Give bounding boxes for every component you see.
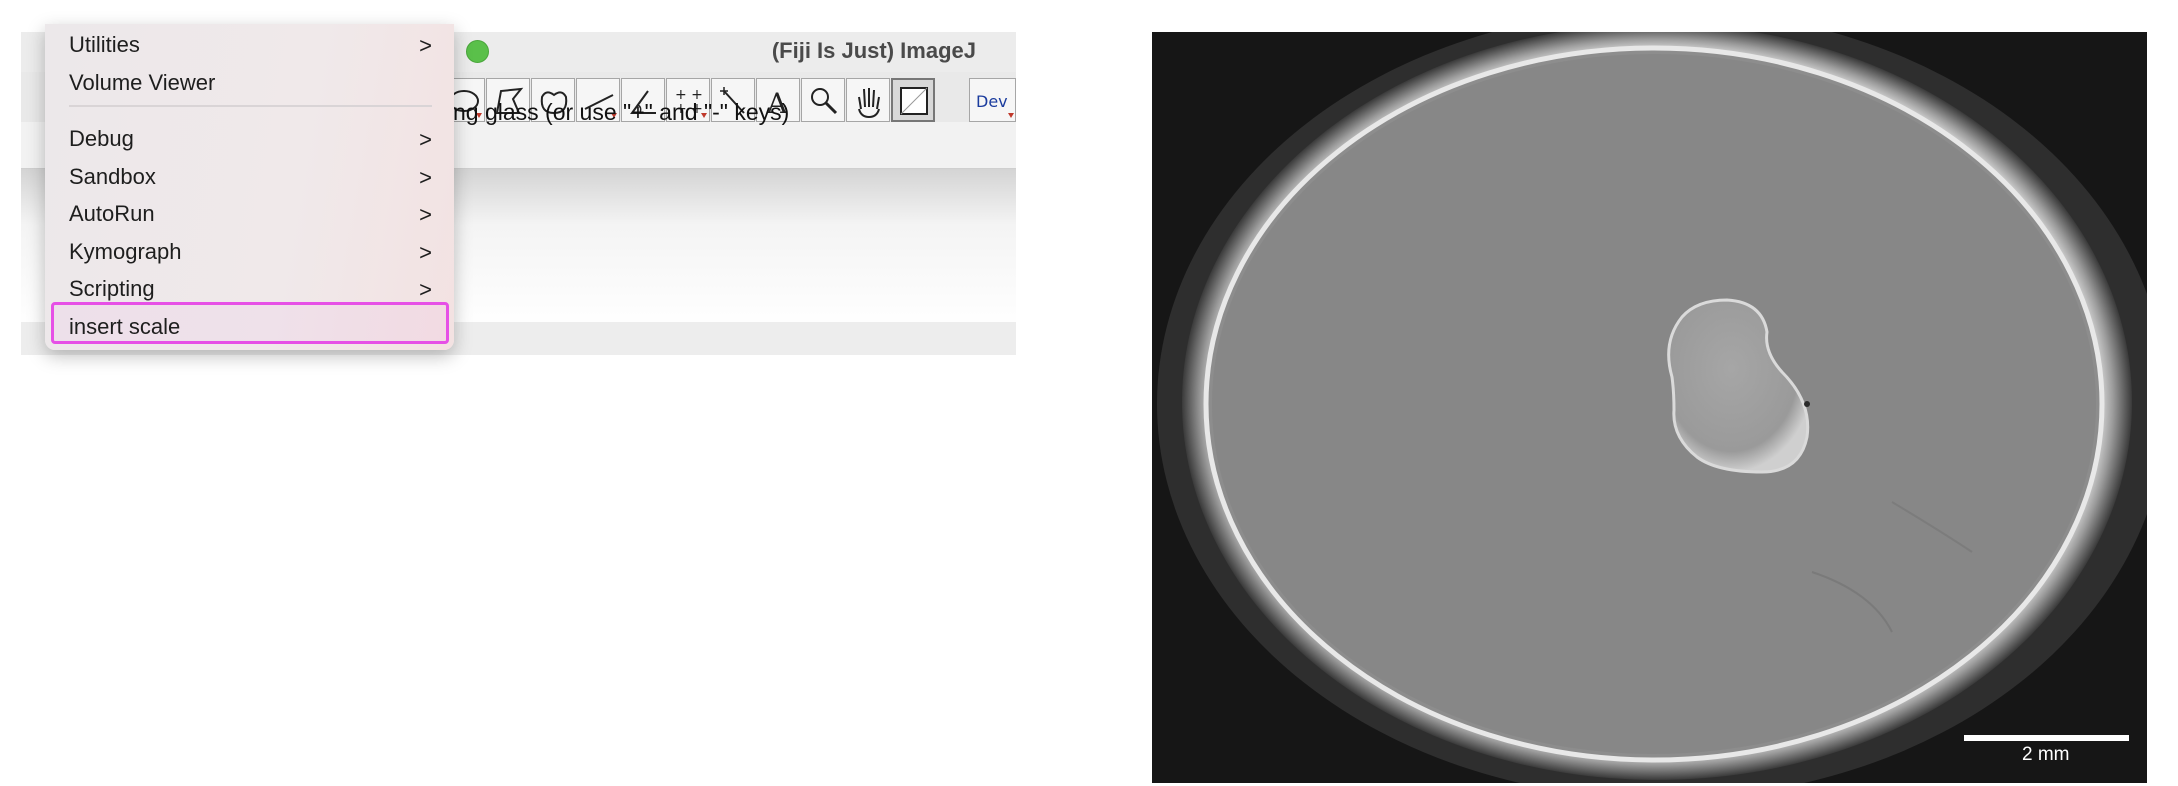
zoom-window-button[interactable] [466, 40, 489, 63]
menu-item-sandbox[interactable]: Sandbox > [45, 160, 454, 196]
microscope-image: 2 mm [1152, 32, 2147, 783]
chevron-right-icon: > [419, 165, 432, 190]
hand-tool-icon[interactable] [846, 78, 890, 122]
menu-item-label: Sandbox [69, 164, 156, 189]
chevron-right-icon: > [419, 127, 432, 152]
petri-dish-image [1152, 32, 2147, 783]
menu-item-label: Debug [69, 126, 134, 151]
menu-item-debug[interactable]: Debug > [45, 122, 454, 158]
scale-label: 2 mm [2022, 744, 2070, 765]
magnifier-tool-icon[interactable] [801, 78, 845, 122]
menu-item-label: Volume Viewer [69, 70, 216, 95]
chevron-right-icon: > [419, 33, 432, 58]
plugins-menu: Utilities > Volume Viewer Debug > Sandbo… [45, 24, 454, 350]
menu-item-label: Kymograph [69, 239, 182, 264]
chevron-right-icon: > [419, 202, 432, 227]
menu-item-label: insert scale [69, 314, 181, 339]
dev-label: Dev [976, 92, 1008, 111]
scale-bar [1964, 735, 2129, 741]
status-text: fying glass (or use "+" and "-" keys) [430, 99, 790, 125]
menu-item-label: AutoRun [69, 201, 155, 226]
menu-item-kymograph[interactable]: Kymograph > [45, 235, 454, 271]
menu-item-label: Scripting [69, 276, 155, 301]
chevron-right-icon: > [419, 277, 432, 302]
dev-tool-button[interactable]: Dev [969, 78, 1016, 122]
window-title: (Fiji Is Just) ImageJ [771, 38, 976, 63]
chevron-right-icon: > [419, 240, 432, 265]
menu-item-insert-scale[interactable]: insert scale [45, 310, 454, 346]
color-picker-tool-icon[interactable] [891, 78, 935, 122]
menu-item-utilities[interactable]: Utilities > [45, 28, 454, 64]
menu-separator [69, 105, 432, 107]
menu-item-autorun[interactable]: AutoRun > [45, 197, 454, 233]
menu-item-volume-viewer[interactable]: Volume Viewer [45, 66, 454, 102]
menu-item-label: Utilities [69, 32, 140, 57]
